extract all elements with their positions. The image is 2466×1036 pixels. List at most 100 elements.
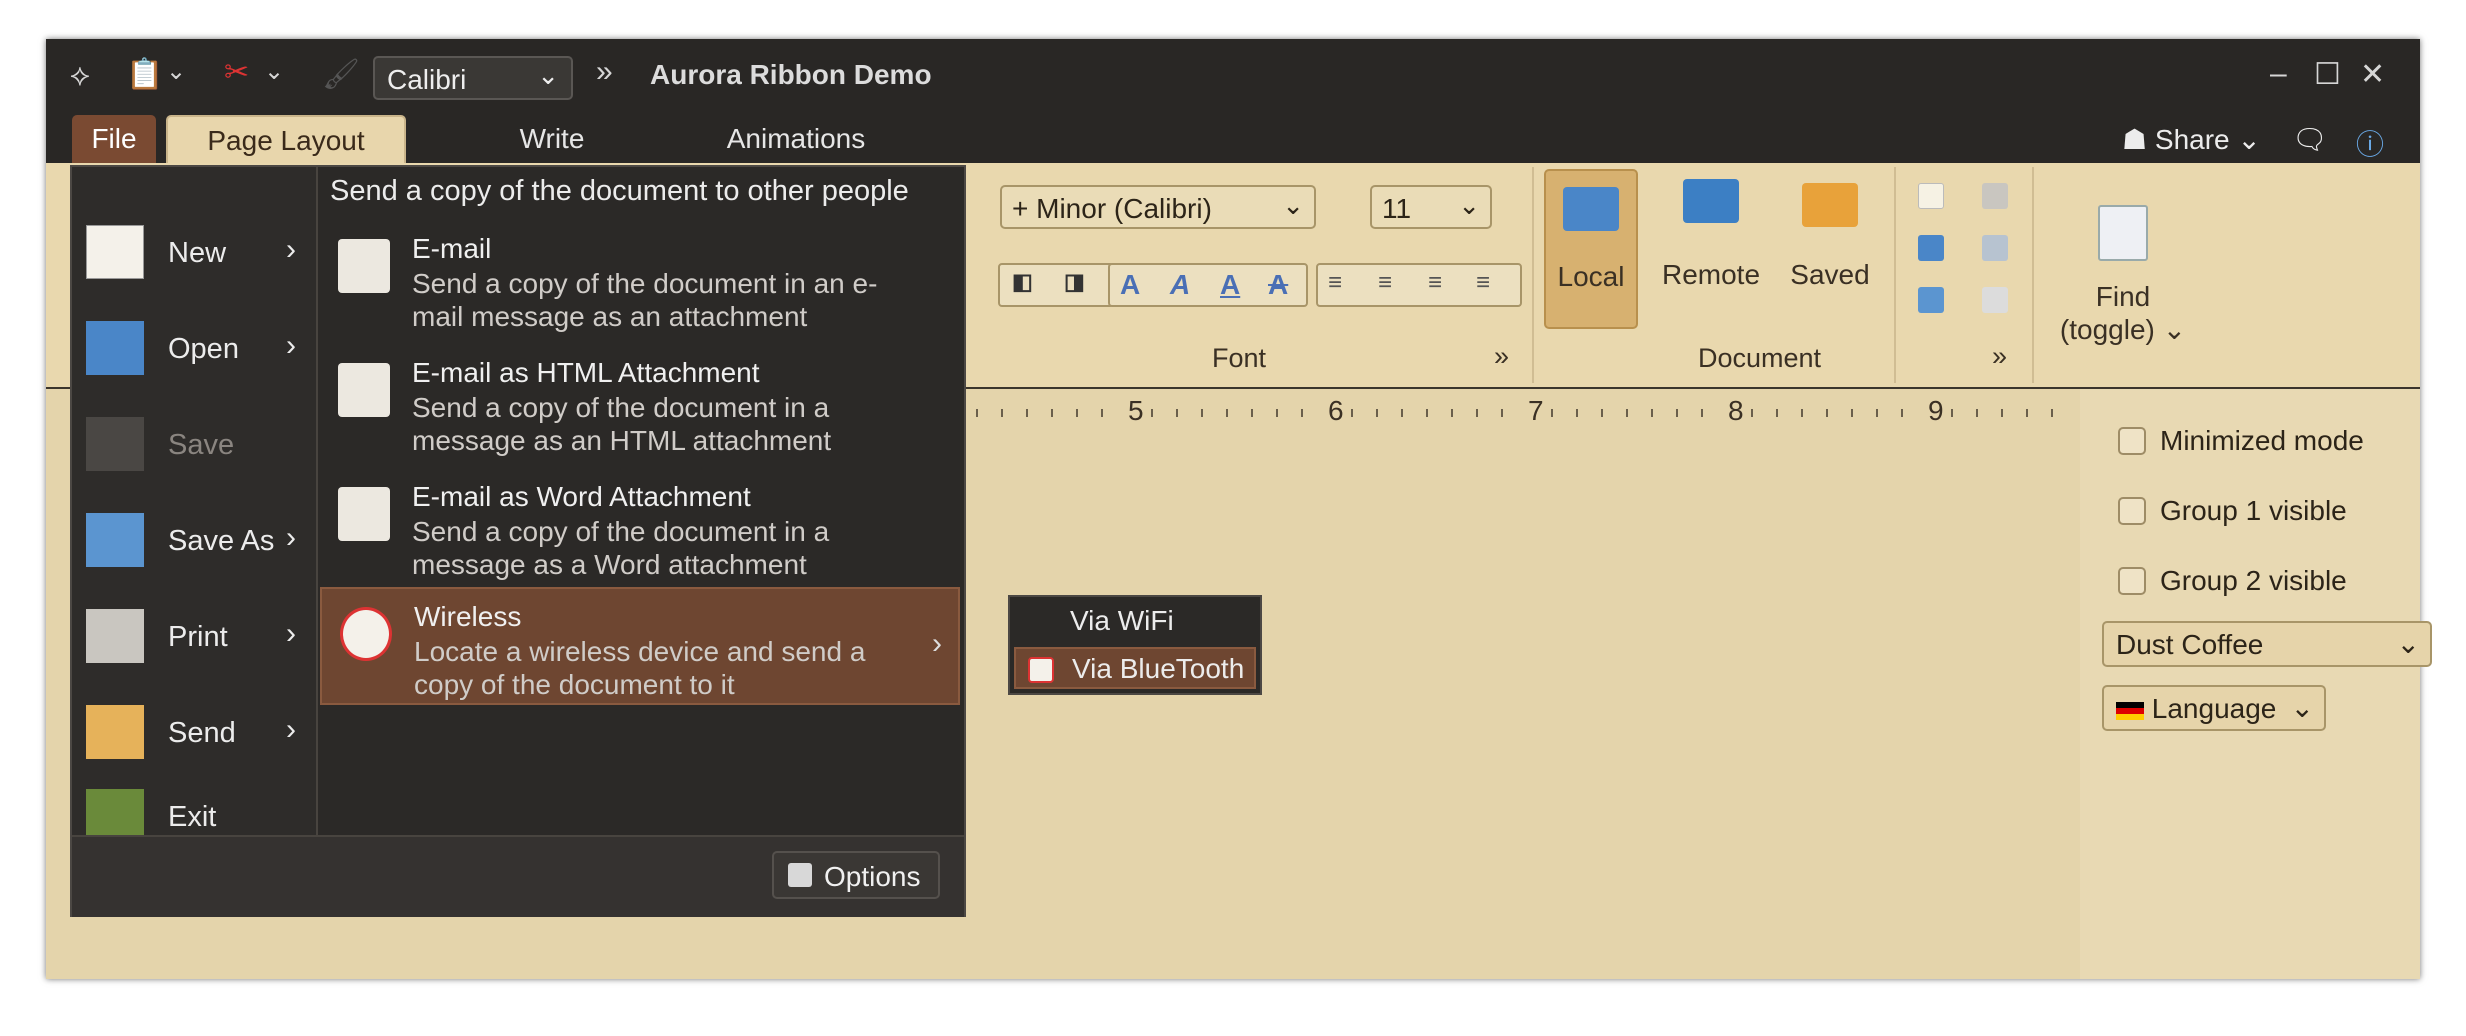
options-button[interactable]: Options <box>772 851 940 899</box>
share-button[interactable]: ☗ Share ⌄ <box>2122 123 2261 156</box>
increase-indent-icon[interactable]: ◨ <box>1064 269 1085 295</box>
menu-item-label: Exit <box>168 801 217 833</box>
send-envelope-icon <box>86 705 144 759</box>
chevron-down-icon: ⌄ <box>1458 190 1480 220</box>
remote-button[interactable]: Remote <box>1656 169 1766 291</box>
tab-file[interactable]: File <box>72 115 156 163</box>
ruler-tick <box>976 409 978 417</box>
ruler-tick <box>1751 409 1753 417</box>
printer-icon[interactable] <box>1982 183 2008 209</box>
ruler-tick <box>1251 409 1253 417</box>
decrease-indent-icon[interactable]: ◧ <box>1012 269 1033 295</box>
send-option-email-word[interactable]: E-mail as Word Attachment Send a copy of… <box>320 469 960 587</box>
options-label: Options <box>824 861 921 892</box>
menu-item-open[interactable]: Open › <box>72 299 318 395</box>
align-right-icon[interactable]: ≡ <box>1428 269 1442 297</box>
saved-button[interactable]: Saved <box>1780 169 1880 291</box>
send-option-email-html[interactable]: E-mail as HTML Attachment Send a copy of… <box>320 345 960 463</box>
ruler-tick <box>1951 409 1953 417</box>
font-size-combo[interactable]: 11 ⌄ <box>1370 185 1492 229</box>
indent-group: ◧ ◨ <box>998 263 1114 307</box>
cut-dropdown-chevron-icon[interactable]: ⌄ <box>264 57 284 86</box>
submenu-item-label: Via BlueTooth <box>1072 653 1245 684</box>
overflow-icon[interactable]: » <box>596 55 613 89</box>
submenu-item-wifi[interactable]: Via WiFi <box>1014 601 1256 643</box>
send-option-description: Locate a wireless device and send a copy… <box>414 636 866 700</box>
new-document-icon[interactable] <box>1918 183 1944 209</box>
ruler-tick <box>1876 409 1878 417</box>
email-envelope-icon <box>338 239 390 293</box>
font-name-value: Calibri <box>387 64 467 95</box>
app-window: ⟡ 📋 ⌄ ✂ ⌄ 🖌 Calibri ⌄ » Aurora Ribbon De… <box>46 39 2432 979</box>
bold-text-icon[interactable]: A <box>1120 269 1140 301</box>
align-left-icon[interactable]: ≡ <box>1328 269 1342 297</box>
comments-icon[interactable]: 🗨 <box>2292 123 2328 156</box>
text-style-group: A A A A <box>1108 263 1308 307</box>
chevron-down-icon: ⌄ <box>2290 692 2314 723</box>
ruler-tick <box>1101 409 1103 417</box>
submenu-item-label: Via WiFi <box>1070 605 1174 636</box>
align-center-icon[interactable]: ≡ <box>1378 269 1392 297</box>
bluetooth-antenna-icon <box>1028 657 1054 683</box>
local-button[interactable]: Local <box>1544 169 1638 329</box>
chevron-down-icon: ⌄ <box>2154 314 2187 345</box>
minimize-icon[interactable]: – <box>2270 57 2287 91</box>
new-document-icon <box>86 225 144 279</box>
chevron-right-icon: › <box>932 627 942 660</box>
language-select[interactable]: Language ⌄ <box>2102 685 2326 731</box>
menu-item-label: New <box>168 237 227 269</box>
italic-text-icon[interactable]: A <box>1170 269 1190 301</box>
chevron-down-icon: ⌄ <box>2229 124 2261 155</box>
font-group-expand-icon[interactable]: » <box>1494 341 1509 372</box>
align-justify-icon[interactable]: ≡ <box>1476 269 1490 297</box>
paste-icon[interactable]: 📋 <box>126 57 163 92</box>
checkbox-box <box>2118 497 2146 525</box>
ruler-tick <box>1001 409 1003 417</box>
tab-animations[interactable]: Animations <box>676 115 916 163</box>
underline-text-icon[interactable]: A <box>1220 269 1240 301</box>
chevron-right-icon: › <box>286 617 296 650</box>
send-option-email[interactable]: E-mail Send a copy of the document in an… <box>320 221 960 339</box>
language-label: Language <box>2151 693 2277 724</box>
send-option-title: E-mail as Word Attachment <box>412 481 751 512</box>
font-family-combo[interactable]: + Minor (Calibri) ⌄ <box>1000 185 1316 229</box>
send-option-wireless[interactable]: Wireless Locate a wireless device and se… <box>320 587 960 705</box>
format-painter-icon[interactable]: 🖌 <box>322 57 360 92</box>
ruler: 5 6 7 8 9 <box>976 395 2070 435</box>
menu-item-label: Save <box>168 429 235 461</box>
menu-item-save-as[interactable]: Save As › <box>72 491 318 587</box>
help-icon[interactable]: ⓘ <box>2356 123 2384 163</box>
skin-select[interactable]: Dust Coffee ⌄ <box>2102 621 2432 667</box>
save-tray-icon[interactable] <box>1918 287 1944 313</box>
menu-item-send[interactable]: Send › <box>72 683 318 779</box>
print-preview-icon[interactable] <box>1982 235 2008 261</box>
ruler-tick <box>1151 409 1153 417</box>
paste-dropdown-chevron-icon[interactable]: ⌄ <box>166 57 186 86</box>
menu-item-print[interactable]: Print › <box>72 587 318 683</box>
chevron-down-icon: ⌄ <box>2396 628 2420 659</box>
menu-item-new[interactable]: New › <box>72 203 318 299</box>
font-name-combo[interactable]: Calibri ⌄ <box>373 56 573 100</box>
find-magnifier-icon <box>2098 205 2148 261</box>
close-icon[interactable]: ✕ <box>2360 57 2385 92</box>
tab-write[interactable]: Write <box>452 115 652 163</box>
menu-item-label: Save As <box>168 525 275 557</box>
menu-item-save[interactable]: Save <box>72 395 318 491</box>
maximize-icon[interactable]: ☐ <box>2314 57 2341 92</box>
ruler-tick <box>1976 409 1978 417</box>
tab-page-layout[interactable]: Page Layout <box>166 115 406 163</box>
find-toggle-button[interactable]: Find (toggle) ⌄ <box>2048 169 2198 346</box>
ribbon-tabs: File Page Layout Write Animations <box>46 115 2420 163</box>
document-group-expand-icon[interactable]: » <box>1992 341 2007 372</box>
ruler-tick <box>1401 409 1403 417</box>
local-label: Local <box>1557 261 1625 292</box>
flag-icon <box>2116 701 2144 720</box>
strikethrough-text-icon[interactable]: A <box>1268 269 1288 301</box>
document-group-label: Document <box>1698 343 1822 373</box>
zoom-page-icon[interactable] <box>1982 287 2008 313</box>
submenu-item-bluetooth[interactable]: Via BlueTooth <box>1014 647 1256 689</box>
app-menu-icon[interactable]: ⟡ <box>70 59 90 93</box>
menu-item-label: Open <box>168 333 239 365</box>
open-folder-icon[interactable] <box>1918 235 1944 261</box>
cut-icon[interactable]: ✂ <box>224 55 249 90</box>
